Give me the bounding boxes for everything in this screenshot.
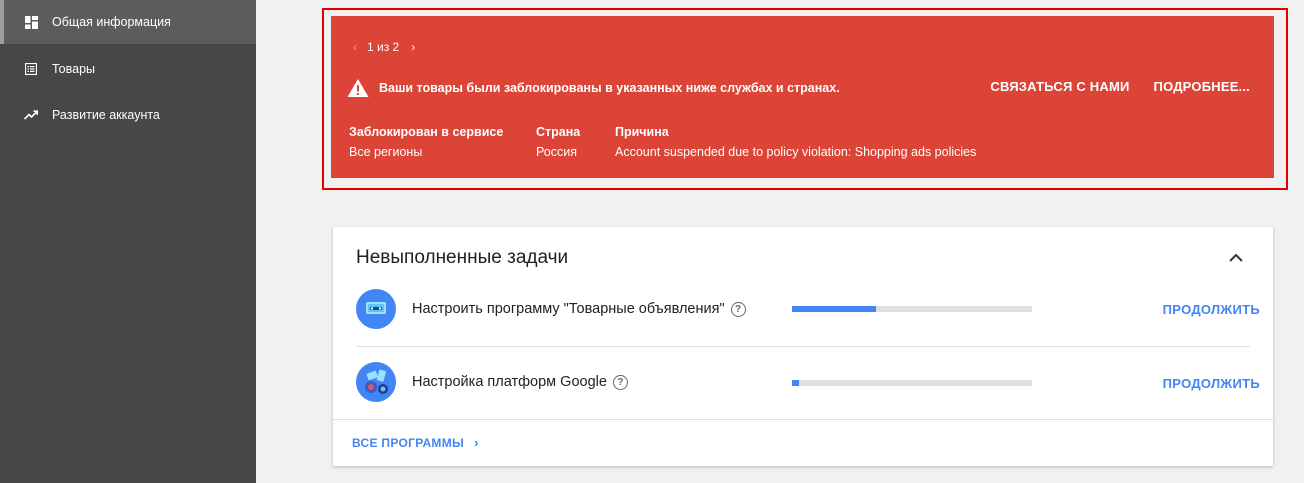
alert-actions: СВЯЗАТЬСЯ С НАМИ ПОДРОБНЕЕ...	[966, 79, 1250, 94]
trending-up-icon	[24, 108, 38, 122]
alert-header: Заблокирован в сервисе	[349, 125, 504, 139]
task-progress-bar	[792, 306, 1032, 312]
alert-value: Account suspended due to policy violatio…	[615, 145, 977, 159]
alert-value: Россия	[536, 145, 577, 159]
task-progress-fill	[792, 306, 876, 312]
sidebar-item-label: Товары	[52, 62, 95, 76]
all-programs-label: ВСЕ ПРОГРАММЫ	[352, 435, 465, 450]
pager-count: 1 из 2	[367, 40, 400, 54]
google-platforms-icon	[356, 362, 396, 402]
shopping-ads-icon	[356, 289, 396, 329]
pending-tasks-card: Невыполненные задачи Настроить программу…	[333, 227, 1273, 466]
task-progress-fill	[792, 380, 800, 386]
sidebar-item-account-growth[interactable]: Развитие аккаунта	[0, 92, 256, 138]
continue-button[interactable]: ПРОДОЛЖИТЬ	[1163, 376, 1260, 391]
alert-message: Ваши товары были заблокированы в указанн…	[347, 78, 840, 98]
alert-value: Все регионы	[349, 145, 423, 159]
sidebar: Общая информация Товары Развитие аккаунт…	[0, 0, 256, 483]
alert-col-service: Заблокирован в сервисе Все регионы	[349, 125, 503, 159]
dashboard-icon	[24, 15, 38, 29]
alert-message-text: Ваши товары были заблокированы в указанн…	[379, 81, 840, 95]
chevron-up-icon[interactable]	[1227, 249, 1245, 267]
chevron-right-icon[interactable]: ›	[407, 40, 419, 54]
alert-pager: ‹ 1 из 2 ›	[349, 40, 419, 54]
alert-header: Страна	[536, 125, 581, 139]
divider	[333, 419, 1273, 420]
list-icon	[24, 62, 38, 76]
sidebar-item-overview[interactable]: Общая информация	[0, 0, 256, 44]
task-label-text: Настройка платформ Google	[412, 374, 607, 390]
suspension-alert: ‹ 1 из 2 › Ваши товары были заблокирован…	[331, 16, 1274, 178]
alert-col-country: Страна Россия	[536, 125, 580, 159]
task-label: Настройка платформ Google ?	[412, 374, 814, 390]
help-icon[interactable]: ?	[730, 301, 746, 317]
chevron-left-icon[interactable]: ‹	[349, 40, 361, 54]
alert-col-reason: Причина Account suspended due to policy …	[615, 125, 976, 159]
task-label: Настроить программу "Товарные объявления…	[412, 301, 814, 317]
chevron-right-icon: ›	[474, 435, 479, 450]
task-progress-bar	[792, 380, 1032, 386]
divider	[356, 346, 1250, 347]
help-icon[interactable]: ?	[612, 374, 628, 390]
alert-header: Причина	[615, 125, 669, 139]
all-programs-link[interactable]: ВСЕ ПРОГРАММЫ ›	[352, 435, 479, 450]
contact-us-button[interactable]: СВЯЗАТЬСЯ С НАМИ	[990, 79, 1129, 94]
continue-button[interactable]: ПРОДОЛЖИТЬ	[1163, 302, 1260, 317]
sidebar-item-products[interactable]: Товары	[0, 46, 256, 92]
task-label-text: Настроить программу "Товарные объявления…	[412, 301, 725, 317]
sidebar-item-label: Общая информация	[52, 15, 171, 29]
learn-more-button[interactable]: ПОДРОБНЕЕ...	[1154, 79, 1250, 94]
warning-icon	[347, 79, 369, 97]
sidebar-item-label: Развитие аккаунта	[52, 108, 160, 122]
card-title: Невыполненные задачи	[356, 247, 569, 268]
